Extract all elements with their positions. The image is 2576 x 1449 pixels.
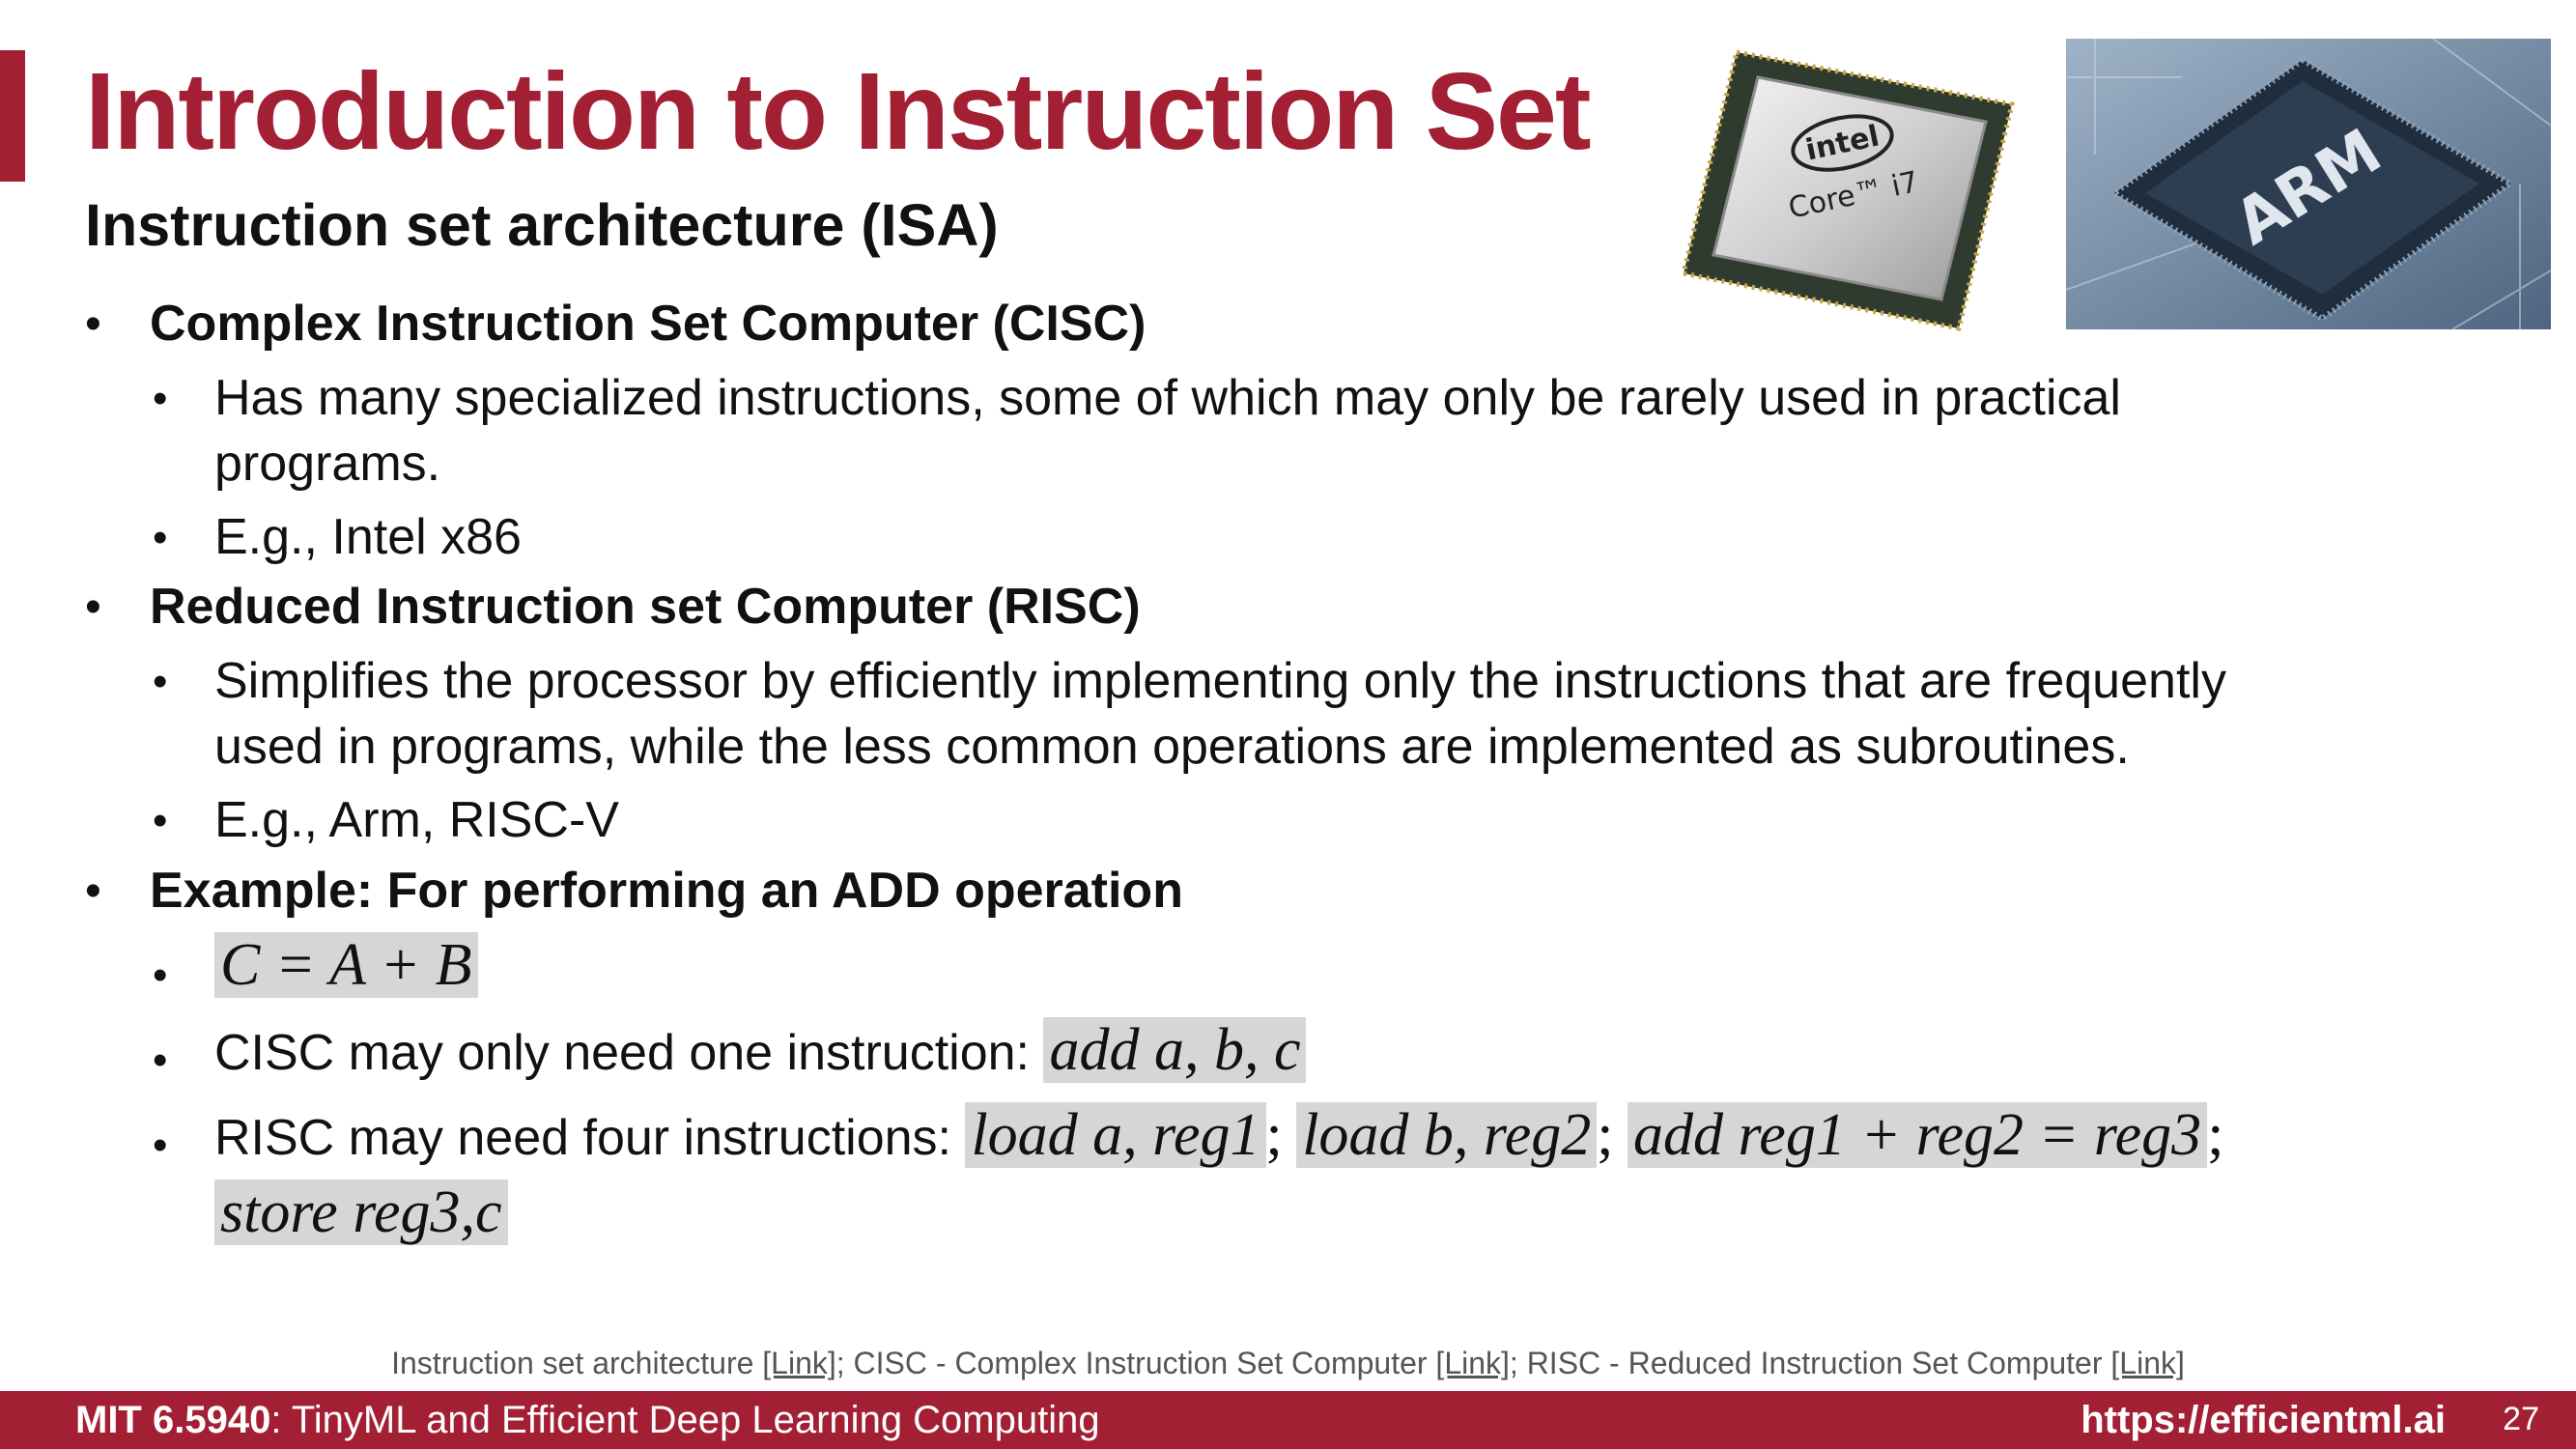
- bullet-dot: •: [153, 375, 168, 422]
- bullet-dot: •: [85, 866, 101, 917]
- risc-instruction-line: RISC may need four instructions: load a,…: [214, 1101, 2223, 1170]
- separator: ;: [1265, 1102, 1283, 1168]
- separator: ;: [1597, 1102, 1614, 1168]
- cisc-instruction-text: CISC may only need one instruction:: [214, 1025, 1044, 1081]
- slide-title: Introduction to Instruction Set: [85, 50, 1592, 172]
- slide-subtitle: Instruction set architecture (ISA): [85, 192, 999, 258]
- cisc-heading: Complex Instruction Set Computer (CISC): [150, 296, 1146, 352]
- footer-bar: MIT 6.5940: TinyML and Efficient Deep Le…: [0, 1391, 2576, 1449]
- reference-isa: Instruction set architecture: [391, 1346, 763, 1380]
- bullet-dot: •: [153, 658, 168, 705]
- cisc-example: E.g., Intel x86: [214, 509, 522, 565]
- footer-url-link[interactable]: https://efficientml.ai: [2081, 1399, 2446, 1442]
- risc-load-a-formula: load a, reg1: [965, 1102, 1266, 1168]
- bullet-dot: •: [85, 298, 101, 350]
- risc-instruction-text: RISC may need four instructions:: [214, 1110, 966, 1166]
- bullet-dot: •: [153, 514, 168, 561]
- arm-chip-image: ARM: [2066, 39, 2551, 329]
- bullet-dot: •: [153, 1122, 168, 1169]
- separator: ;: [2207, 1102, 2224, 1168]
- risc-example: E.g., Arm, RISC-V: [214, 792, 619, 848]
- equation-line: C = A + B: [214, 931, 478, 1000]
- references-line: Instruction set architecture [Link]; CIS…: [0, 1346, 2576, 1381]
- bullet-dot: •: [153, 952, 168, 999]
- risc-description-line2: used in programs, while the less common …: [214, 719, 2130, 775]
- risc-instruction-line2: store reg3,c: [214, 1179, 508, 1247]
- footer-course-code: MIT 6.5940: [75, 1399, 271, 1441]
- page-number: 27: [2503, 1401, 2539, 1437]
- reference-isa-link[interactable]: [Link]: [762, 1346, 835, 1380]
- risc-description-line1: Simplifies the processor by efficiently …: [214, 653, 2226, 709]
- cisc-instruction-formula: add a, b, c: [1043, 1017, 1307, 1083]
- reference-cisc: ; CISC - Complex Instruction Set Compute…: [835, 1346, 1436, 1380]
- footer-course: MIT 6.5940: TinyML and Efficient Deep Le…: [75, 1399, 1100, 1442]
- bullet-dot: •: [153, 797, 168, 844]
- reference-risc-link[interactable]: [Link]: [2110, 1346, 2184, 1380]
- bullet-dot: •: [153, 1037, 168, 1084]
- risc-heading: Reduced Instruction set Computer (RISC): [150, 579, 1141, 635]
- cisc-description-line1: Has many specialized instructions, some …: [214, 370, 2121, 426]
- risc-load-b-formula: load b, reg2: [1296, 1102, 1598, 1168]
- cisc-description-line2: programs.: [214, 436, 441, 492]
- intel-core-i7-chip-image: intel Core™ i7: [1680, 49, 2016, 331]
- reference-risc: ; RISC - Reduced Instruction Set Compute…: [1509, 1346, 2111, 1380]
- example-heading: Example: For performing an ADD operation: [150, 863, 1183, 919]
- equation-formula: C = A + B: [214, 932, 478, 998]
- bullet-dot: •: [85, 582, 101, 633]
- footer-course-name: : TinyML and Efficient Deep Learning Com…: [270, 1399, 1100, 1441]
- reference-cisc-link[interactable]: [Link]: [1435, 1346, 1509, 1380]
- cisc-instruction-line: CISC may only need one instruction: add …: [214, 1016, 1307, 1085]
- risc-add-formula: add reg1 + reg2 = reg3: [1627, 1102, 2208, 1168]
- title-accent-bar: [0, 50, 25, 182]
- risc-store-formula: store reg3,c: [214, 1179, 508, 1245]
